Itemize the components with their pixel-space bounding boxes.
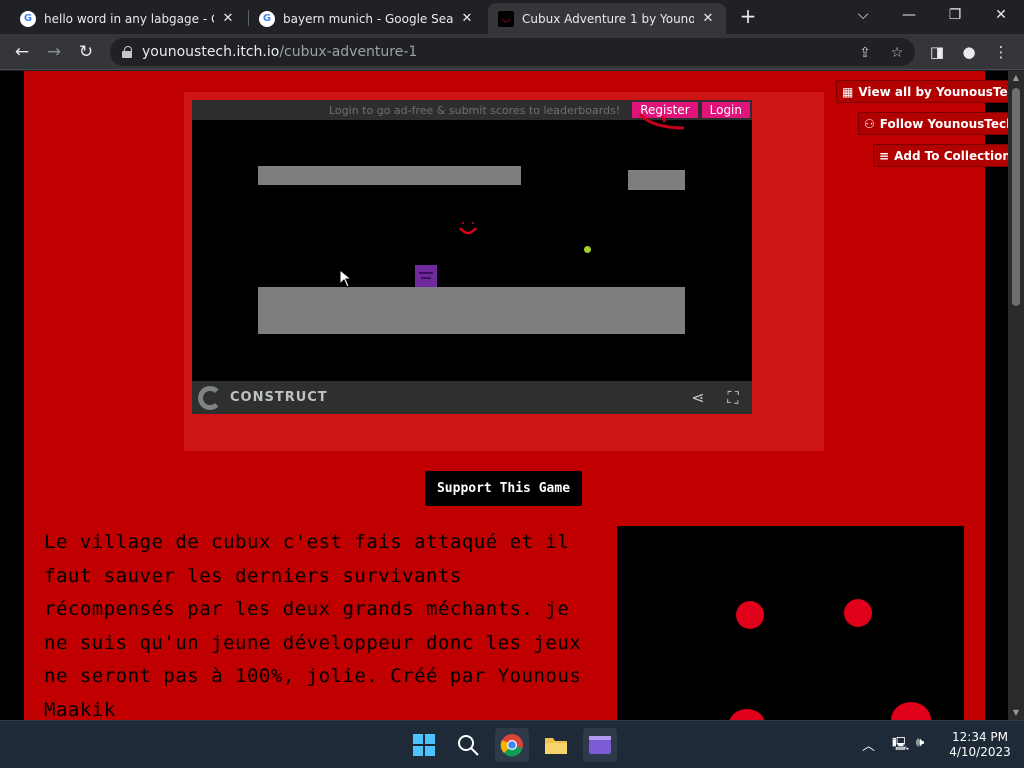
volume-icon[interactable]: 🕪: [916, 735, 924, 750]
windows-taskbar: ︿ 🖳 🕪 12:34 PM 4/10/2023: [0, 720, 1024, 768]
screenshot-thumbnail[interactable]: [617, 526, 964, 720]
page-scrollbar[interactable]: ▲ ▼: [1008, 71, 1024, 720]
start-button[interactable]: [407, 728, 441, 762]
lock-icon[interactable]: [122, 46, 132, 58]
add-to-collection-button[interactable]: ≡ Add To Collection: [873, 144, 1008, 167]
construct-logo-icon: [198, 386, 222, 410]
add-collection-label: Add To Collection: [894, 148, 1008, 163]
storefront-icon: ▦: [842, 84, 854, 99]
view-all-label: View all by YounousTech: [858, 84, 1008, 99]
fullscreen-icon[interactable]: ⛶: [723, 388, 743, 408]
follow-button[interactable]: ⚇ Follow YounousTech: [858, 112, 1008, 135]
file-explorer-taskbar-button[interactable]: [539, 728, 573, 762]
clock-date: 4/10/2023: [949, 745, 1011, 759]
minimize-icon[interactable]: —: [889, 4, 929, 26]
share-icon[interactable]: ⋖: [688, 388, 708, 408]
web-page: Login to go ad-free & submit scores to l…: [0, 71, 1008, 720]
red-dot: [736, 601, 764, 629]
scroll-up-arrow-icon[interactable]: ▲: [1008, 71, 1024, 85]
tab-title: hello word in any labgage - Goo: [44, 11, 214, 26]
url-path: /cubux-adventure-1: [279, 44, 418, 60]
restore-icon[interactable]: ❐: [935, 4, 975, 26]
video-editor-icon: [589, 736, 611, 754]
tab-search-icon[interactable]: ⌵: [843, 4, 883, 26]
tab-strip: G hello word in any labgage - Goo ✕ G ba…: [0, 0, 1024, 34]
tab-title: bayern munich - Google Search: [283, 11, 453, 26]
player-cube-sprite: [415, 265, 437, 287]
close-window-icon[interactable]: ✕: [981, 4, 1021, 26]
enemy-sprite: [638, 112, 685, 130]
side-panel-icon[interactable]: ◨: [927, 42, 947, 62]
menu-kebab-icon[interactable]: ⋮: [991, 42, 1011, 62]
browser-toolbar: ← → ↻ younoustech.itch.io /cubux-adventu…: [0, 34, 1024, 70]
game-description: Le village de cubux c'est fais attaqué e…: [44, 531, 582, 720]
platform: [258, 287, 685, 334]
tab-bayern-munich[interactable]: G bayern munich - Google Search ✕: [249, 3, 485, 34]
system-clock[interactable]: 12:34 PM 4/10/2023: [940, 730, 1020, 760]
close-tab-icon[interactable]: ✕: [459, 11, 475, 26]
tab-hello-word[interactable]: G hello word in any labgage - Goo ✕: [10, 3, 246, 34]
network-icon[interactable]: 🖳: [892, 735, 909, 757]
chrome-taskbar-button[interactable]: [495, 728, 529, 762]
page-column: Login to go ad-free & submit scores to l…: [24, 71, 985, 720]
tray-overflow-chevron-icon[interactable]: ︿: [862, 735, 875, 754]
clipchamp-taskbar-button[interactable]: [583, 728, 617, 762]
smiley-enemy-sprite: [459, 222, 477, 235]
close-tab-icon[interactable]: ✕: [220, 11, 236, 26]
tab-cubux-adventure[interactable]: ◡ Cubux Adventure 1 by YounousTe ✕: [488, 3, 726, 34]
follow-label: Follow YounousTech: [879, 116, 1008, 131]
search-icon: [458, 735, 479, 756]
red-dot: [844, 599, 872, 627]
profile-icon[interactable]: ●: [959, 42, 979, 62]
google-icon: G: [259, 10, 275, 27]
red-dot: [729, 709, 765, 720]
reload-icon[interactable]: ↻: [74, 40, 98, 64]
red-dot: [891, 702, 931, 720]
support-this-game-button[interactable]: Support This Game: [425, 471, 582, 506]
share-icon[interactable]: ⇪: [856, 44, 874, 62]
forward-icon[interactable]: →: [42, 40, 66, 64]
platform: [258, 166, 521, 185]
windows-logo-icon: [413, 734, 435, 756]
add-user-icon: ⚇: [864, 116, 875, 131]
platform: [628, 170, 685, 190]
new-tab-icon[interactable]: +: [738, 6, 758, 26]
add-list-icon: ≡: [879, 148, 890, 163]
mouse-cursor-icon: [339, 269, 353, 288]
login-message: Login to go ad-free & submit scores to l…: [329, 103, 621, 117]
chrome-icon: [500, 734, 523, 757]
url-host: younoustech.itch.io: [142, 44, 280, 60]
google-icon: G: [20, 10, 36, 27]
construct-bar: CONSTRUCT ⋖ ⛶: [192, 381, 752, 414]
view-all-button[interactable]: ▦ View all by YounousTech: [836, 80, 1008, 103]
address-bar[interactable]: younoustech.itch.io /cubux-adventure-1 ⇪…: [110, 38, 915, 66]
coin-sprite: [584, 246, 591, 253]
tab-title: Cubux Adventure 1 by YounousTe: [522, 11, 694, 26]
clock-time: 12:34 PM: [952, 730, 1008, 744]
back-icon[interactable]: ←: [10, 40, 34, 64]
bookmark-star-icon[interactable]: ☆: [888, 44, 906, 62]
scroll-down-arrow-icon[interactable]: ▼: [1008, 706, 1024, 720]
game-frame: Login to go ad-free & submit scores to l…: [184, 92, 824, 451]
close-tab-icon[interactable]: ✕: [700, 11, 716, 26]
game-icon: ◡: [498, 10, 514, 27]
folder-icon: [545, 738, 567, 754]
scroll-thumb[interactable]: [1012, 88, 1020, 306]
game-canvas[interactable]: Login to go ad-free & submit scores to l…: [192, 100, 752, 414]
login-button[interactable]: Login: [701, 102, 750, 118]
search-taskbar-button[interactable]: [451, 728, 485, 762]
construct-label: CONSTRUCT: [230, 390, 328, 405]
